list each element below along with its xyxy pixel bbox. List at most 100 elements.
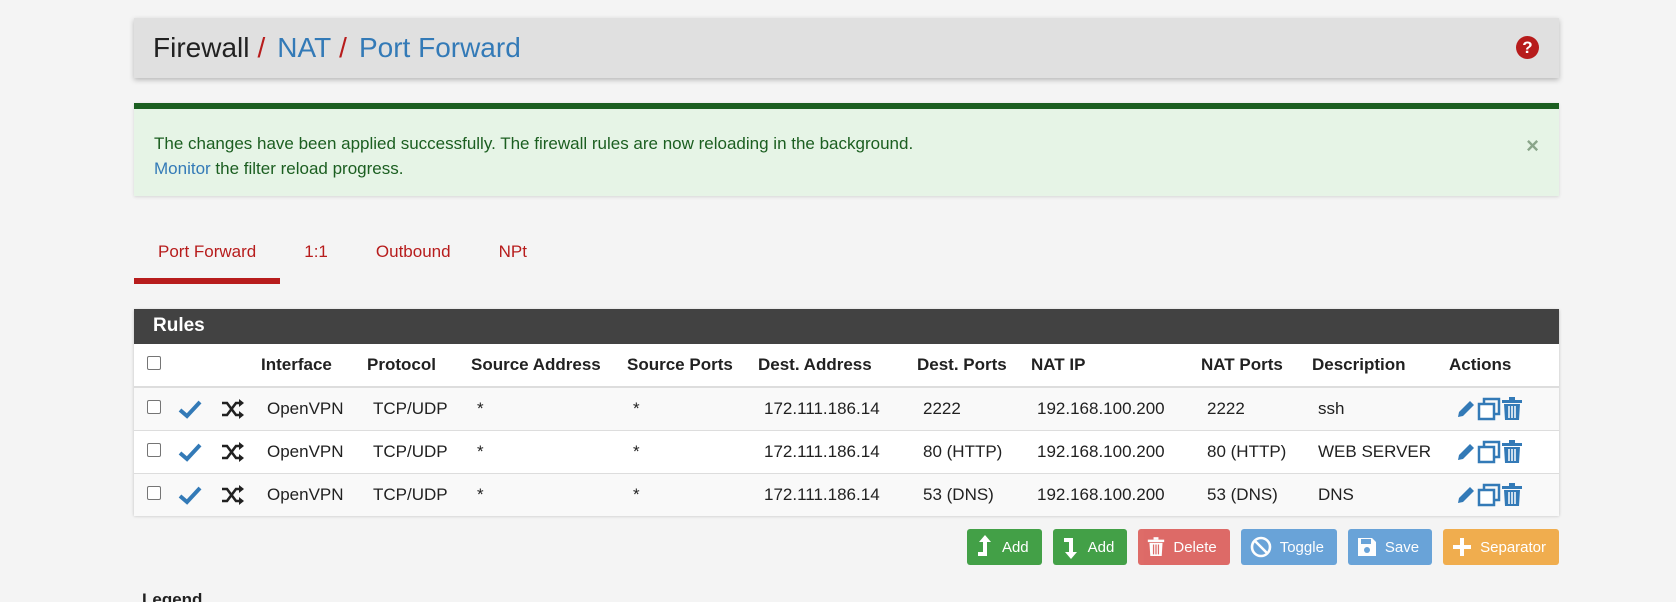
save-icon bbox=[1357, 538, 1376, 556]
trash-icon[interactable] bbox=[1501, 396, 1523, 421]
cell-source-ports: * bbox=[633, 484, 640, 504]
breadcrumb-separator: / bbox=[339, 32, 347, 63]
col-nat-ip[interactable]: NAT IP bbox=[1031, 344, 1201, 388]
copy-icon[interactable] bbox=[1477, 397, 1501, 421]
tab-one-to-one[interactable]: 1:1 bbox=[280, 232, 352, 284]
arrow-down-icon bbox=[1063, 538, 1077, 559]
add-bottom-button[interactable]: Add bbox=[1052, 529, 1128, 565]
rules-table: Interface Protocol Source Address Source… bbox=[134, 344, 1559, 516]
col-interface[interactable]: Interface bbox=[261, 344, 367, 388]
alert-line2-text: the filter reload progress. bbox=[210, 159, 404, 178]
cell-protocol: TCP/UDP bbox=[373, 484, 448, 504]
copy-icon[interactable] bbox=[1477, 440, 1501, 464]
check-icon[interactable] bbox=[178, 485, 202, 505]
shuffle-icon bbox=[222, 399, 244, 419]
table-header-row: Interface Protocol Source Address Source… bbox=[134, 344, 1559, 388]
cell-source-address: * bbox=[477, 441, 484, 461]
table-row[interactable]: OpenVPN TCP/UDP * * 172.111.186.14 53 (D… bbox=[134, 473, 1559, 516]
breadcrumb-port-forward[interactable]: Port Forward bbox=[359, 32, 521, 64]
cell-protocol: TCP/UDP bbox=[373, 441, 448, 461]
toggle-label: Toggle bbox=[1279, 538, 1324, 556]
cell-dest-ports: 2222 bbox=[923, 398, 961, 418]
legend-heading: Legend bbox=[142, 590, 203, 602]
page-header: Firewall / NAT / Port Forward ? bbox=[134, 18, 1559, 78]
rules-panel: Rules Interface Protocol Source Address … bbox=[134, 309, 1559, 516]
save-label: Save bbox=[1384, 538, 1420, 556]
arrow-up-icon bbox=[977, 535, 991, 556]
check-icon[interactable] bbox=[178, 442, 202, 462]
cell-actions bbox=[1449, 387, 1559, 430]
cell-actions bbox=[1449, 430, 1559, 473]
table-row[interactable]: OpenVPN TCP/UDP * * 172.111.186.14 2222 … bbox=[134, 387, 1559, 430]
cell-dest-ports: 80 (HTTP) bbox=[923, 441, 1003, 461]
pencil-icon[interactable] bbox=[1455, 484, 1477, 506]
row-checkbox[interactable] bbox=[147, 442, 161, 457]
cell-interface: OpenVPN bbox=[267, 398, 344, 418]
delete-label: Delete bbox=[1173, 538, 1217, 556]
add-top-label: Add bbox=[1001, 538, 1029, 556]
rules-title: Rules bbox=[134, 309, 1559, 344]
select-all-checkbox[interactable] bbox=[147, 356, 161, 370]
cell-dest-address: 172.111.186.14 bbox=[764, 398, 880, 418]
ban-icon bbox=[1250, 536, 1272, 558]
breadcrumb-firewall: Firewall bbox=[153, 32, 250, 63]
col-dest-address[interactable]: Dest. Address bbox=[758, 344, 917, 388]
toggle-button[interactable]: Toggle bbox=[1240, 529, 1337, 565]
trash-icon[interactable] bbox=[1501, 439, 1523, 464]
col-nat-ports[interactable]: NAT Ports bbox=[1201, 344, 1312, 388]
cell-nat-ports: 2222 bbox=[1207, 398, 1245, 418]
cell-nat-ports: 80 (HTTP) bbox=[1207, 441, 1287, 461]
col-actions: Actions bbox=[1449, 344, 1559, 388]
cell-source-ports: * bbox=[633, 441, 640, 461]
cell-dest-address: 172.111.186.14 bbox=[764, 441, 880, 461]
table-row[interactable]: OpenVPN TCP/UDP * * 172.111.186.14 80 (H… bbox=[134, 430, 1559, 473]
pencil-icon[interactable] bbox=[1455, 398, 1477, 420]
add-bottom-label: Add bbox=[1087, 538, 1115, 556]
tab-npt[interactable]: NPt bbox=[475, 232, 551, 284]
select-all-cell bbox=[134, 344, 178, 388]
breadcrumb-nat[interactable]: NAT bbox=[277, 32, 331, 64]
copy-icon[interactable] bbox=[1477, 483, 1501, 507]
cell-description: ssh bbox=[1318, 398, 1345, 418]
col-dest-ports[interactable]: Dest. Ports bbox=[917, 344, 1031, 388]
check-icon[interactable] bbox=[178, 399, 202, 419]
cell-nat-ip: 192.168.100.200 bbox=[1037, 484, 1165, 504]
shuffle-icon bbox=[222, 485, 244, 505]
shuffle-icon bbox=[222, 441, 244, 462]
cell-description: WEB SERVER bbox=[1318, 441, 1432, 461]
plus-icon bbox=[1453, 538, 1472, 556]
cell-nat-ports: 53 (DNS) bbox=[1207, 484, 1278, 504]
cell-description: DNS bbox=[1318, 484, 1354, 504]
trash-icon[interactable] bbox=[1501, 482, 1523, 507]
add-top-button[interactable]: Add bbox=[966, 529, 1042, 565]
col-source-address[interactable]: Source Address bbox=[471, 344, 627, 388]
tab-outbound[interactable]: Outbound bbox=[352, 232, 475, 284]
tab-port-forward[interactable]: Port Forward bbox=[134, 232, 281, 284]
type-header bbox=[221, 344, 261, 388]
alert-line2: Monitor the filter reload progress. bbox=[154, 156, 1539, 181]
breadcrumb-separator: / bbox=[257, 32, 266, 63]
monitor-link[interactable]: Monitor bbox=[154, 159, 211, 178]
cell-protocol: TCP/UDP bbox=[373, 398, 448, 418]
cell-source-address: * bbox=[477, 484, 484, 504]
separator-label: Separator bbox=[1480, 538, 1546, 556]
nat-tabs: Port Forward 1:1 Outbound NPt bbox=[134, 232, 551, 284]
col-protocol[interactable]: Protocol bbox=[367, 344, 471, 388]
alert-message: The changes have been applied successful… bbox=[154, 134, 914, 153]
cell-dest-address: 172.111.186.14 bbox=[764, 484, 880, 504]
cell-interface: OpenVPN bbox=[267, 484, 344, 504]
delete-button[interactable]: Delete bbox=[1138, 529, 1230, 565]
col-source-ports[interactable]: Source Ports bbox=[627, 344, 758, 388]
question-circle-icon[interactable]: ? bbox=[1516, 36, 1539, 59]
success-alert: The changes have been applied successful… bbox=[134, 103, 1559, 196]
col-description[interactable]: Description bbox=[1312, 344, 1449, 388]
row-checkbox[interactable] bbox=[147, 399, 161, 414]
separator-button[interactable]: Separator bbox=[1443, 529, 1559, 565]
cell-actions bbox=[1449, 473, 1559, 516]
close-icon[interactable]: × bbox=[1526, 133, 1539, 158]
cell-interface: OpenVPN bbox=[267, 441, 344, 461]
pencil-icon[interactable] bbox=[1455, 441, 1477, 463]
save-button[interactable]: Save bbox=[1347, 529, 1433, 565]
row-checkbox[interactable] bbox=[147, 485, 161, 500]
cell-nat-ip: 192.168.100.200 bbox=[1037, 441, 1165, 461]
